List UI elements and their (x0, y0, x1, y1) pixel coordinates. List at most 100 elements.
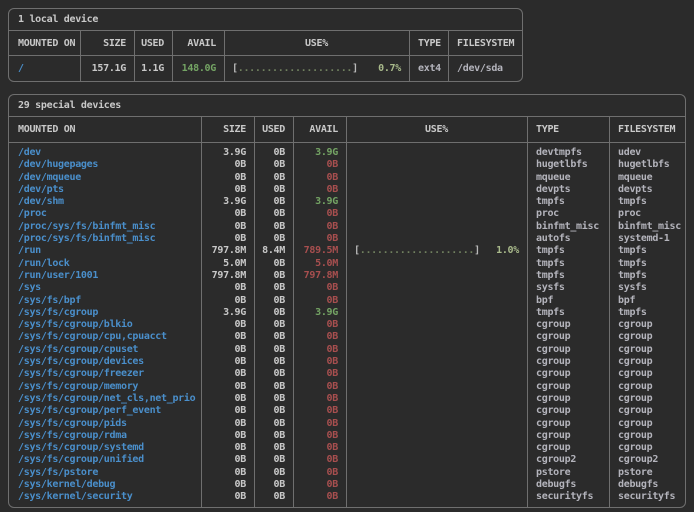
cell-size: 0B (201, 418, 254, 430)
cell-avail: 0B (293, 221, 346, 233)
cell-filesystem: cgroup (609, 418, 685, 430)
cell-use-percent (346, 418, 527, 430)
cell-mounted-on: /proc (9, 208, 201, 220)
cell-size: 0B (201, 454, 254, 466)
cell-use-percent (346, 208, 527, 220)
cell-size: 0B (201, 233, 254, 245)
cell-filesystem: mqueue (609, 172, 685, 184)
cell-use-percent (346, 381, 527, 393)
cell-avail: 0B (293, 172, 346, 184)
cell-avail: 3.9G (293, 196, 346, 208)
local-table-body: / 157.1G 1.1G 148.0G [..................… (9, 56, 522, 81)
cell-filesystem: tmpfs (609, 270, 685, 282)
cell-mounted-on: /dev/pts (9, 184, 201, 196)
cell-mounted-on: /sys/kernel/debug (9, 479, 201, 491)
cell-use-percent (346, 221, 527, 233)
cell-mounted-on: / (9, 62, 80, 75)
cell-used: 0B (254, 491, 293, 503)
cell-filesystem: cgroup (609, 344, 685, 356)
cell-filesystem: pstore (609, 467, 685, 479)
table-row: /sys/fs/cgroup/memory 0B 0B 0B cgroup cg… (9, 381, 685, 393)
table-row: /dev/shm 3.9G 0B 3.9G tmpfs tmpfs (9, 196, 685, 208)
cell-filesystem: cgroup (609, 393, 685, 405)
header-use-percent: USE% (224, 38, 409, 49)
local-table-header: MOUNTED ON SIZE USED AVAIL USE% TYPE FIL… (9, 31, 522, 56)
cell-use-percent (346, 172, 527, 184)
cell-type: mqueue (527, 172, 609, 184)
cell-size: 797.8M (201, 270, 254, 282)
cell-use-percent (346, 344, 527, 356)
cell-use-percent (346, 270, 527, 282)
table-row: /run/user/1001 797.8M 0B 797.8M tmpfs tm… (9, 270, 685, 282)
cell-size: 0B (201, 393, 254, 405)
header-size: SIZE (80, 38, 134, 49)
cell-size: 0B (201, 442, 254, 454)
cell-mounted-on: /sys/fs/cgroup/rdma (9, 430, 201, 442)
cell-avail: 3.9G (293, 307, 346, 319)
cell-use-percent (346, 405, 527, 417)
cell-used: 0B (254, 196, 293, 208)
header-avail: AVAIL (293, 124, 346, 135)
cell-used: 0B (254, 319, 293, 331)
column-divider (527, 117, 528, 507)
cell-size: 157.1G (80, 62, 134, 75)
cell-avail: 0B (293, 393, 346, 405)
cell-size: 3.9G (201, 147, 254, 159)
cell-type: cgroup (527, 331, 609, 343)
table-row: /proc 0B 0B 0B proc proc (9, 208, 685, 220)
cell-mounted-on: /sys/fs/cgroup/perf_event (9, 405, 201, 417)
cell-type: cgroup (527, 393, 609, 405)
cell-used: 0B (254, 233, 293, 245)
cell-size: 0B (201, 479, 254, 491)
column-divider (293, 117, 294, 507)
cell-used: 0B (254, 172, 293, 184)
cell-use-percent (346, 282, 527, 294)
cell-avail: 0B (293, 184, 346, 196)
cell-type: devpts (527, 184, 609, 196)
table-row: /sys/fs/cgroup/cpu,cpuacct 0B 0B 0B cgro… (9, 331, 685, 343)
cell-type: ext4 (409, 62, 448, 75)
cell-type: cgroup (527, 368, 609, 380)
usage-percent: 0.7% (378, 62, 401, 75)
cell-used: 0B (254, 270, 293, 282)
cell-mounted-on: /sys/kernel/security (9, 491, 201, 503)
cell-size: 0B (201, 319, 254, 331)
cell-filesystem: cgroup (609, 356, 685, 368)
cell-use-percent (346, 454, 527, 466)
column-divider (224, 31, 225, 81)
column-divider (134, 31, 135, 81)
column-divider (346, 117, 347, 507)
cell-type: securityfs (527, 491, 609, 503)
cell-filesystem: tmpfs (609, 245, 685, 257)
header-use-percent: USE% (346, 124, 527, 135)
cell-mounted-on: /sys/fs/cgroup/freezer (9, 368, 201, 380)
column-divider (254, 117, 255, 507)
special-table-body: /dev 3.9G 0B 3.9G devtmpfs udev /dev/hug… (9, 143, 685, 507)
cell-type: proc (527, 208, 609, 220)
table-row: /sys/fs/cgroup/freezer 0B 0B 0B cgroup c… (9, 368, 685, 380)
cell-filesystem: debugfs (609, 479, 685, 491)
cell-use-percent (346, 442, 527, 454)
cell-used: 8.4M (254, 245, 293, 257)
cell-mounted-on: /sys/fs/cgroup/cpuset (9, 344, 201, 356)
cell-mounted-on: /sys/fs/cgroup/unified (9, 454, 201, 466)
cell-filesystem: cgroup (609, 430, 685, 442)
cell-type: cgroup2 (527, 454, 609, 466)
table-row: /run 797.8M 8.4M 789.5M [...............… (9, 245, 685, 257)
cell-mounted-on: /sys/fs/cgroup/blkio (9, 319, 201, 331)
cell-type: tmpfs (527, 196, 609, 208)
cell-filesystem: cgroup (609, 331, 685, 343)
cell-type: hugetlbfs (527, 159, 609, 171)
cell-mounted-on: /run/user/1001 (9, 270, 201, 282)
table-row: /run/lock 5.0M 0B 5.0M tmpfs tmpfs (9, 258, 685, 270)
cell-avail: 0B (293, 430, 346, 442)
cell-filesystem: binfmt_misc (609, 221, 685, 233)
cell-size: 0B (201, 344, 254, 356)
usage-bar: [....................] (354, 245, 480, 257)
cell-use-percent (346, 430, 527, 442)
column-divider (448, 31, 449, 81)
cell-type: tmpfs (527, 307, 609, 319)
table-row: /sys/fs/pstore 0B 0B 0B pstore pstore (9, 467, 685, 479)
cell-use-percent: [....................] 0.7% (224, 62, 409, 75)
cell-used: 1.1G (134, 62, 172, 75)
